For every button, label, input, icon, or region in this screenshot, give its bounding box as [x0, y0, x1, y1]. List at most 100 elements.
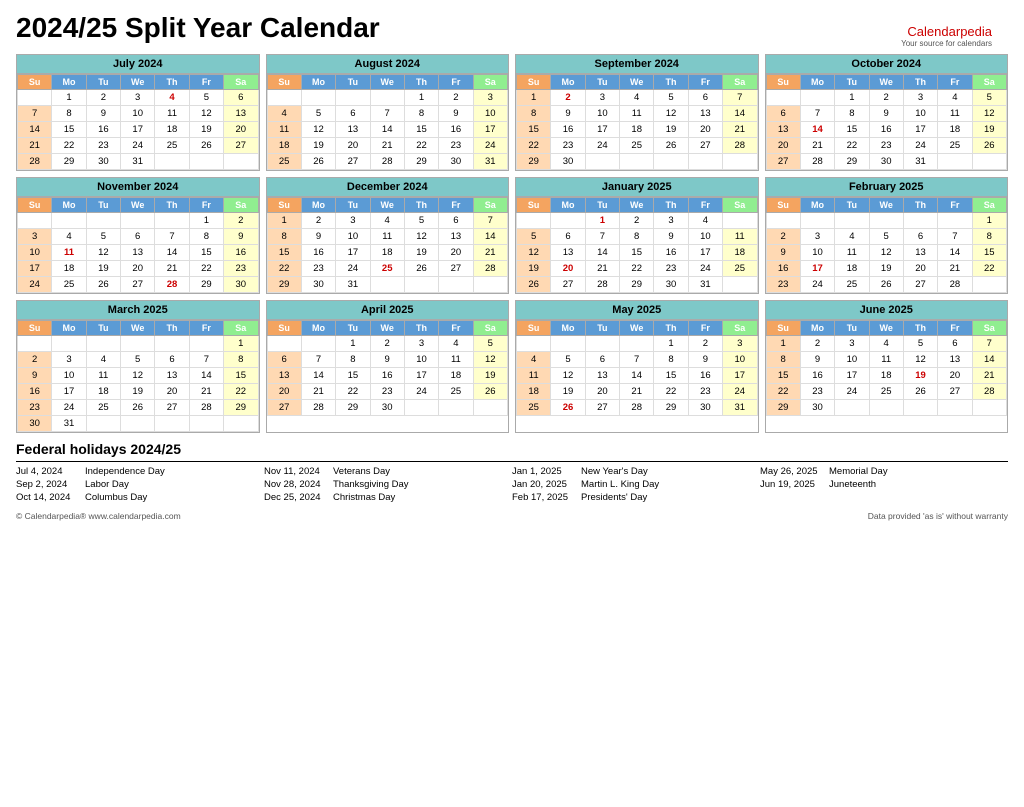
calendar-day: 4	[155, 90, 189, 106]
calendar-day	[155, 154, 189, 170]
calendar-day: 12	[903, 352, 937, 368]
calendar-day: 24	[404, 384, 438, 400]
weekday-header: Mo	[301, 321, 335, 336]
calendar-day: 15	[52, 122, 86, 138]
calendar-day	[723, 213, 757, 229]
weekday-header: Su	[517, 198, 551, 213]
calendar-day: 2	[551, 90, 585, 106]
weekday-header: Mo	[800, 198, 834, 213]
calendar-day: 16	[439, 122, 473, 138]
calendar-day	[155, 336, 189, 352]
calendar-day: 15	[835, 122, 869, 138]
calendar-header: March 2025	[17, 301, 259, 320]
calendar-day: 5	[869, 229, 903, 245]
calendar-day: 28	[189, 400, 223, 416]
holidays-title: Federal holidays 2024/25	[16, 441, 1008, 457]
calendar-day: 24	[52, 400, 86, 416]
calendar-day: 18	[439, 368, 473, 384]
calendar-day: 23	[654, 261, 688, 277]
calendar-day: 28	[723, 138, 757, 154]
holidays-grid: Jul 4, 2024Independence DaySep 2, 2024La…	[16, 461, 1008, 505]
calendar-december-2024: December 2024SuMoTuWeThFrSa1234567891011…	[266, 177, 510, 294]
calendar-day: 4	[835, 229, 869, 245]
calendar-day	[267, 336, 301, 352]
calendar-day: 14	[473, 229, 507, 245]
calendar-day: 15	[766, 368, 800, 384]
calendar-day: 20	[585, 384, 619, 400]
calendar-day	[473, 400, 507, 416]
calendar-day: 20	[688, 122, 722, 138]
calendar-day	[938, 213, 972, 229]
calendar-day: 7	[301, 352, 335, 368]
calendar-day: 17	[52, 384, 86, 400]
weekday-header: Mo	[800, 75, 834, 90]
calendar-day: 6	[224, 90, 258, 106]
weekday-header: Sa	[473, 198, 507, 213]
weekday-header: We	[370, 321, 404, 336]
holiday-name: Presidents' Day	[581, 492, 647, 503]
calendar-day: 22	[189, 261, 223, 277]
calendar-day: 1	[972, 213, 1006, 229]
holiday-column: Nov 11, 2024Veterans DayNov 28, 2024Than…	[264, 466, 512, 505]
calendar-day: 28	[800, 154, 834, 170]
calendar-day: 27	[439, 261, 473, 277]
weekday-header: Tu	[585, 75, 619, 90]
calendar-january-2025: January 2025SuMoTuWeThFrSa12345678910111…	[515, 177, 759, 294]
calendar-day: 21	[155, 261, 189, 277]
calendar-day: 5	[972, 90, 1006, 106]
calendar-day: 1	[835, 90, 869, 106]
calendar-day: 10	[18, 245, 52, 261]
calendar-day: 14	[585, 245, 619, 261]
holiday-row: Nov 11, 2024Veterans Day	[264, 466, 512, 477]
calendar-day: 9	[766, 245, 800, 261]
calendar-day	[654, 154, 688, 170]
holiday-column: Jul 4, 2024Independence DaySep 2, 2024La…	[16, 466, 264, 505]
calendar-day: 30	[439, 154, 473, 170]
calendar-table: SuMoTuWeThFrSa12345678910111213141516171…	[766, 197, 1008, 293]
brand: Calendarpedia Your source for calendars	[901, 24, 992, 48]
calendar-day: 8	[766, 352, 800, 368]
calendar-day	[766, 213, 800, 229]
calendar-day: 18	[86, 384, 120, 400]
holiday-date: Feb 17, 2025	[512, 492, 577, 503]
calendar-day: 3	[800, 229, 834, 245]
calendar-day	[620, 154, 654, 170]
calendar-day: 3	[121, 90, 155, 106]
holiday-date: Nov 11, 2024	[264, 466, 329, 477]
calendar-day: 2	[869, 90, 903, 106]
calendar-day	[18, 336, 52, 352]
weekday-header: Th	[654, 321, 688, 336]
calendar-day: 24	[121, 138, 155, 154]
calendar-day	[800, 90, 834, 106]
calendar-day: 13	[439, 229, 473, 245]
calendar-day	[370, 90, 404, 106]
calendar-day: 29	[404, 154, 438, 170]
calendar-day: 3	[336, 213, 370, 229]
calendar-header: May 2025	[516, 301, 758, 320]
calendar-day: 13	[766, 122, 800, 138]
calendar-table: SuMoTuWeThFrSa12345678910111213141516171…	[267, 320, 509, 416]
weekday-header: Fr	[439, 198, 473, 213]
calendar-day: 3	[404, 336, 438, 352]
calendar-day: 19	[473, 368, 507, 384]
calendar-day: 22	[336, 384, 370, 400]
calendar-day: 7	[620, 352, 654, 368]
calendar-day: 29	[766, 400, 800, 416]
calendar-day: 7	[585, 229, 619, 245]
calendar-day: 9	[688, 352, 722, 368]
calendar-day: 8	[972, 229, 1006, 245]
calendar-day: 2	[439, 90, 473, 106]
calendar-day: 25	[517, 400, 551, 416]
calendar-day: 6	[688, 90, 722, 106]
calendar-day: 25	[723, 261, 757, 277]
calendar-day	[723, 154, 757, 170]
calendar-day: 11	[86, 368, 120, 384]
holiday-name: Columbus Day	[85, 492, 147, 503]
calendar-day: 31	[52, 416, 86, 432]
calendar-day	[972, 400, 1006, 416]
calendar-day: 12	[86, 245, 120, 261]
calendar-day: 14	[370, 122, 404, 138]
weekday-header: Sa	[224, 198, 258, 213]
calendar-october-2024: October 2024SuMoTuWeThFrSa12345678910111…	[765, 54, 1009, 171]
calendar-day: 6	[121, 229, 155, 245]
